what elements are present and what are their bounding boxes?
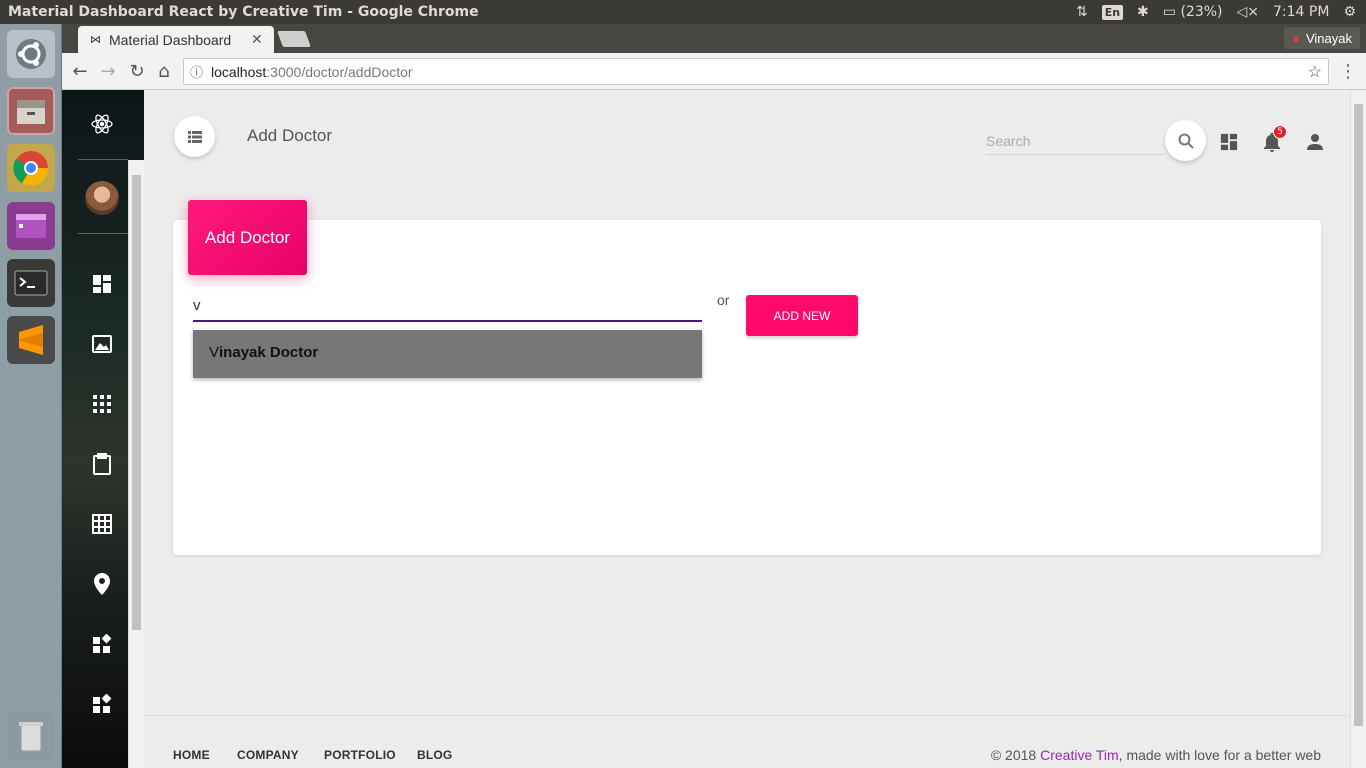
footer-divider xyxy=(144,715,1350,716)
back-button[interactable]: ← xyxy=(70,61,90,82)
card-header: Add Doctor xyxy=(188,200,307,275)
footer-link-company[interactable]: COMPANY xyxy=(237,748,299,762)
dashboard-icon[interactable] xyxy=(87,269,117,299)
network-icon[interactable]: ⇅ xyxy=(1076,4,1088,20)
profile-nav-button[interactable] xyxy=(1303,130,1327,154)
bookmark-star-icon[interactable]: ☆ xyxy=(1308,62,1322,82)
user-avatar[interactable] xyxy=(85,181,119,215)
notifications-button[interactable]: 5 xyxy=(1260,125,1287,154)
system-settings-icon[interactable]: ⚙ xyxy=(1343,4,1356,20)
notification-count-badge: 5 xyxy=(1273,125,1287,139)
os-top-panel: Material Dashboard React by Creative Tim… xyxy=(0,0,1366,24)
incognito-icon: ● xyxy=(1292,30,1300,46)
window-app-icon[interactable] xyxy=(7,202,55,250)
address-bar[interactable]: ⓘ localhost:3000/doctor/addDoctor ☆ xyxy=(183,58,1329,85)
doctor-autocomplete-input[interactable] xyxy=(193,290,702,320)
widgets-icon-2[interactable] xyxy=(87,689,117,719)
url-host: localhost xyxy=(211,63,267,80)
doctor-search-field xyxy=(193,290,702,322)
browser-tab[interactable]: ⋈ Material Dashboard ✕ xyxy=(78,26,274,53)
add-doctor-card xyxy=(173,220,1321,555)
chrome-app-icon[interactable] xyxy=(7,144,55,192)
os-indicators: ⇅ En ✱ ▭ (23%) ◁× 7:14 PM ⚙ xyxy=(1076,0,1366,24)
new-tab-button[interactable] xyxy=(277,31,311,47)
sublime-text-app-icon[interactable] xyxy=(7,316,55,364)
react-logo-icon[interactable] xyxy=(87,109,117,139)
sidebar-nav xyxy=(62,90,128,768)
dashboard-icon xyxy=(1220,133,1238,151)
footer-link-portfolio[interactable]: PORTFOLIO xyxy=(324,748,396,762)
autocomplete-dropdown: Vinayak Doctor xyxy=(193,330,702,378)
info-icon[interactable]: ⓘ xyxy=(190,62,203,81)
sidebar-divider xyxy=(78,159,128,160)
or-separator: or xyxy=(717,292,730,308)
apps-grid-icon[interactable] xyxy=(87,389,117,419)
url-path: :3000/doctor/addDoctor xyxy=(266,63,413,80)
autocomplete-option[interactable]: Vinayak Doctor xyxy=(209,344,318,361)
page-scrollbar-thumb[interactable] xyxy=(1354,104,1363,726)
reload-button[interactable]: ↻ xyxy=(127,61,147,82)
page-scrollbar[interactable] xyxy=(1350,90,1366,768)
creative-tim-link[interactable]: Creative Tim xyxy=(1040,747,1119,763)
search-icon xyxy=(1178,133,1194,149)
tab-title: Material Dashboard xyxy=(109,31,232,48)
ubuntu-launcher xyxy=(0,24,62,768)
sidebar-divider xyxy=(78,233,128,234)
main-panel: Add Doctor 5 Add Doctor or ADD NEW Vinay… xyxy=(144,90,1350,768)
battery-indicator[interactable]: ▭ (23%) xyxy=(1163,4,1223,20)
search-field xyxy=(986,127,1164,155)
trash-icon[interactable] xyxy=(7,712,55,760)
add-new-button[interactable]: ADD NEW xyxy=(746,295,858,336)
sidebar xyxy=(62,90,144,768)
sidebar-toggle-button[interactable] xyxy=(174,116,215,157)
sidebar-scrollbar[interactable] xyxy=(128,160,144,768)
window-title: Material Dashboard React by Creative Tim… xyxy=(8,4,479,20)
battery-percent: (23%) xyxy=(1180,4,1223,20)
clock[interactable]: 7:14 PM xyxy=(1273,4,1329,20)
option-match-text: V xyxy=(209,344,220,361)
forward-button[interactable]: → xyxy=(98,61,118,82)
tab-favicon-icon: ⋈ xyxy=(90,33,101,46)
browser-tab-strip: ⋈ Material Dashboard ✕ ● Vinayak xyxy=(62,24,1366,53)
tab-close-icon[interactable]: ✕ xyxy=(251,32,263,48)
footer-link-blog[interactable]: BLOG xyxy=(417,748,452,762)
option-rest-text: inayak Doctor xyxy=(219,344,319,361)
files-app-icon[interactable] xyxy=(7,87,55,135)
page-title: Add Doctor xyxy=(247,126,333,145)
terminal-app-icon[interactable] xyxy=(7,259,55,307)
volume-icon[interactable]: ◁× xyxy=(1237,4,1260,20)
location-pin-icon[interactable] xyxy=(87,569,117,599)
person-icon xyxy=(1307,134,1323,150)
widgets-icon[interactable] xyxy=(87,629,117,659)
bluetooth-icon[interactable]: ✱ xyxy=(1137,4,1149,20)
keyboard-layout-indicator[interactable]: En xyxy=(1101,4,1124,20)
copyright-text: © 2018 Creative Tim, made with love for … xyxy=(991,747,1321,763)
profile-button[interactable]: ● Vinayak xyxy=(1284,27,1360,49)
table-icon[interactable] xyxy=(87,509,117,539)
dashboard-nav-button[interactable] xyxy=(1217,130,1241,154)
search-button[interactable] xyxy=(1165,120,1206,161)
clipboard-icon[interactable] xyxy=(87,449,117,479)
browser-toolbar: ← → ↻ ⌂ ⓘ localhost:3000/doctor/addDocto… xyxy=(62,53,1366,90)
search-input[interactable] xyxy=(986,127,1164,154)
ubuntu-dash-icon[interactable] xyxy=(7,30,55,78)
copyright-suffix: , made with love for a better web xyxy=(1118,747,1321,763)
footer-link-home[interactable]: HOME xyxy=(173,748,210,762)
sidebar-scrollbar-thumb[interactable] xyxy=(132,175,141,630)
copyright-prefix: © 2018 xyxy=(990,747,1041,763)
home-button[interactable]: ⌂ xyxy=(154,61,174,82)
list-icon xyxy=(187,130,202,143)
chrome-menu-button[interactable]: ⋮ xyxy=(1338,61,1358,82)
image-icon[interactable] xyxy=(87,329,117,359)
profile-name: Vinayak xyxy=(1305,30,1352,46)
